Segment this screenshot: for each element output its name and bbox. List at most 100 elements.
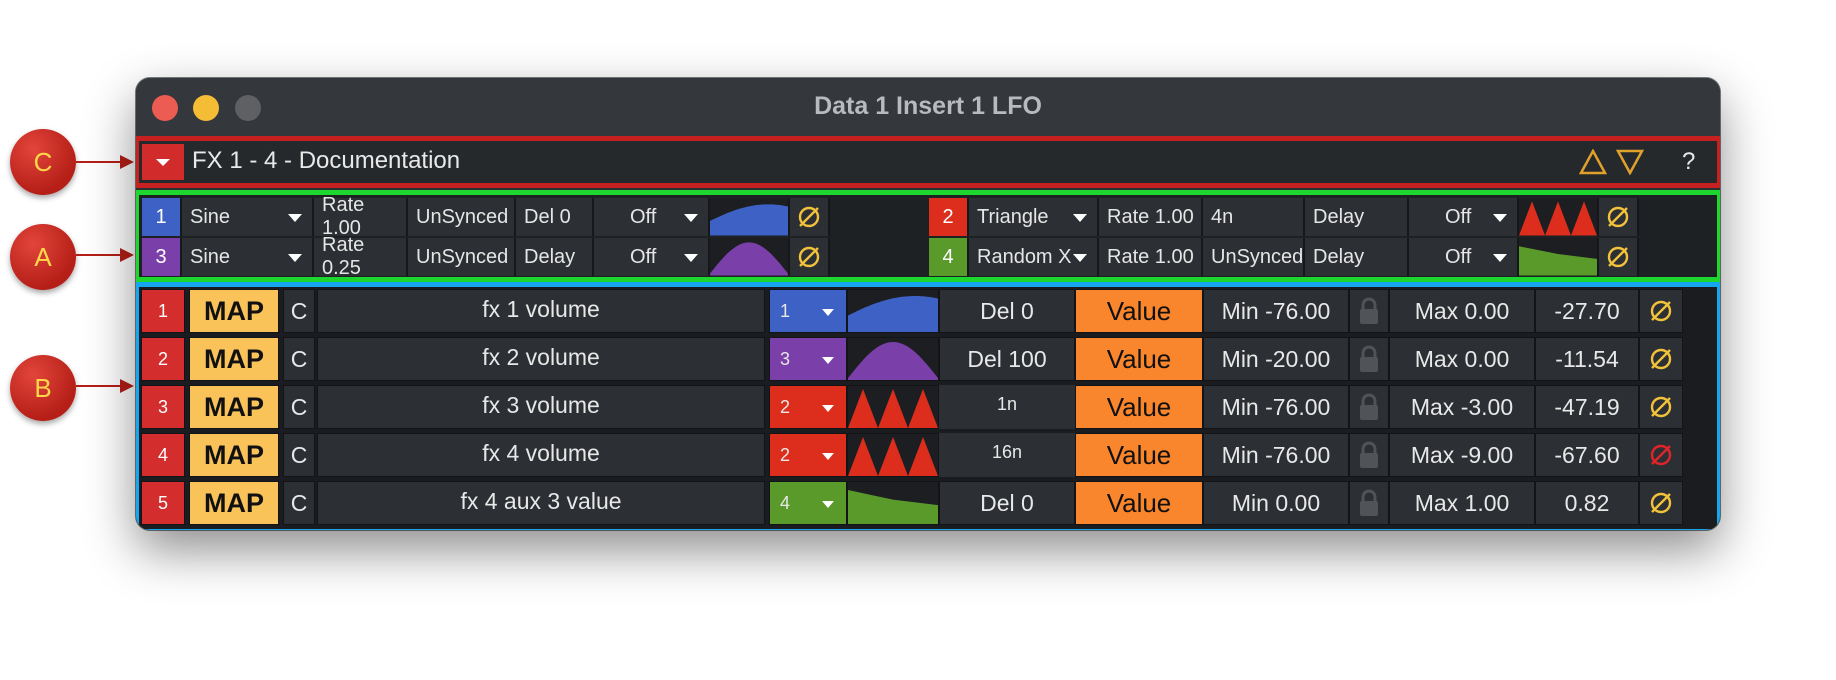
max-value[interactable]: Max -9.00 [1389,433,1535,477]
current-value: -27.70 [1535,289,1639,333]
mapping-delay[interactable]: 1n [939,385,1075,429]
preset-bar: FX 1 - 4 - Documentation ? [136,136,1720,188]
max-value[interactable]: Max -3.00 [1389,385,1535,429]
lfo-rate[interactable]: Rate 1.00 [1099,198,1203,236]
help-button[interactable]: ? [1682,148,1695,176]
map-button[interactable]: MAP [189,481,279,525]
lfo-sync[interactable]: UnSynced [408,238,516,276]
mapping-number: 5 [141,481,185,525]
lfo-sync[interactable]: UnSynced [1203,238,1305,276]
null-icon[interactable] [790,238,830,276]
null-icon[interactable] [1639,337,1683,381]
parameter-name: fx 2 volume [317,337,765,381]
lock-icon[interactable] [1349,433,1389,477]
max-value[interactable]: Max 1.00 [1389,481,1535,525]
lfo-select[interactable]: 2 [769,433,847,477]
mapping-delay[interactable]: 16n [939,433,1075,477]
lfo-number: 1 [142,198,182,236]
callout-a-arrow [76,248,134,262]
map-button[interactable]: MAP [189,289,279,333]
max-value[interactable]: Max 0.00 [1389,289,1535,333]
min-value[interactable]: Min -20.00 [1203,337,1349,381]
mapping-number: 4 [141,433,185,477]
preset-menu-button[interactable] [142,144,184,180]
min-value[interactable]: Min -76.00 [1203,289,1349,333]
min-value[interactable]: Min -76.00 [1203,385,1349,429]
lfo-sync[interactable]: 4n [1203,198,1305,236]
lock-icon[interactable] [1349,385,1389,429]
lfo-select[interactable]: 1 [769,289,847,333]
clear-button[interactable]: C [283,385,315,429]
map-button[interactable]: MAP [189,385,279,429]
clear-button[interactable]: C [283,289,315,333]
min-value[interactable]: Min 0.00 [1203,481,1349,525]
lfo-retrigger-select[interactable]: Off [1409,238,1519,276]
mapping-waveform [847,337,939,381]
lfo-rate[interactable]: Rate 1.00 [1099,238,1203,276]
lock-icon[interactable] [1349,337,1389,381]
min-value[interactable]: Min -76.00 [1203,433,1349,477]
preset-name[interactable]: FX 1 - 4 - Documentation [192,147,460,175]
title-bar: Data 1 Insert 1 LFO [136,78,1720,136]
lfo-window: Data 1 Insert 1 LFO FX 1 - 4 - Documenta… [136,78,1720,530]
lfo-shape-select[interactable]: Sine [182,238,314,276]
table-row: 4 MAP C fx 4 volume 2 16n Value Min -76.… [141,433,1683,479]
clear-button[interactable]: C [283,481,315,525]
mode-button[interactable]: Value [1075,385,1203,429]
mode-button[interactable]: Value [1075,433,1203,477]
mapping-delay[interactable]: Del 0 [939,289,1075,333]
null-icon[interactable] [790,198,830,236]
clear-button[interactable]: C [283,337,315,381]
null-icon[interactable] [1599,238,1639,276]
null-icon[interactable] [1639,289,1683,333]
table-row: 2 MAP C fx 2 volume 3 Del 100 Value Min … [141,337,1683,383]
lfo-retrigger-select[interactable]: Off [594,198,710,236]
callout-c-label: C [33,146,53,177]
mode-button[interactable]: Value [1075,289,1203,333]
map-button[interactable]: MAP [189,433,279,477]
mode-button[interactable]: Value [1075,481,1203,525]
mapping-delay[interactable]: Del 100 [939,337,1075,381]
lfo-retrigger-select[interactable]: Off [1409,198,1519,236]
lfo-row-4: 4 Random X Rate 1.00 UnSynced Delay Off [929,238,1639,276]
lfo-select[interactable]: 3 [769,337,847,381]
current-value: -67.60 [1535,433,1639,477]
callout-b-label: B [34,372,52,403]
lfo-retrigger-select[interactable]: Off [594,238,710,276]
null-icon[interactable] [1639,481,1683,525]
lfo-rate[interactable]: Rate 0.25 [314,234,408,279]
clear-button[interactable]: C [283,433,315,477]
mapping-table: 1 MAP C fx 1 volume 1 Del 0 Value Min -7… [136,282,1720,530]
null-icon[interactable] [1639,433,1683,477]
triangle-up-icon[interactable] [1579,149,1607,175]
lfo-waveform-display [710,238,790,276]
max-value[interactable]: Max 0.00 [1389,337,1535,381]
null-icon[interactable] [1599,198,1639,236]
lfo-delay[interactable]: Delay [516,238,594,276]
mode-button[interactable]: Value [1075,337,1203,381]
lfo-number: 4 [929,238,969,276]
lock-icon[interactable] [1349,481,1389,525]
lfo-delay[interactable]: Delay [1305,238,1409,276]
parameter-name: fx 3 volume [317,385,765,429]
lfo-shape-select[interactable]: Triangle [969,198,1099,236]
map-button[interactable]: MAP [189,337,279,381]
lfo-sync[interactable]: UnSynced [408,198,516,236]
lfo-rate[interactable]: Rate 1.00 [314,194,408,239]
mapping-delay[interactable]: Del 0 [939,481,1075,525]
lfo-shape-select[interactable]: Random X [969,238,1099,276]
table-row: 1 MAP C fx 1 volume 1 Del 0 Value Min -7… [141,289,1683,335]
lfo-select[interactable]: 2 [769,385,847,429]
lfo-delay[interactable]: Delay [1305,198,1409,236]
callout-c: C [10,129,76,195]
lfo-delay[interactable]: Del 0 [516,198,594,236]
mapping-waveform [847,433,939,477]
lfo-select[interactable]: 4 [769,481,847,525]
lfo-waveform-display [710,198,790,236]
lock-icon[interactable] [1349,289,1389,333]
triangle-down-icon[interactable] [1616,149,1644,175]
lfo-row-3: 3 Sine Rate 0.25 UnSynced Delay Off [142,234,830,279]
lfo-waveform-display [1519,198,1599,236]
lfo-shape-select[interactable]: Sine [182,198,314,236]
null-icon[interactable] [1639,385,1683,429]
